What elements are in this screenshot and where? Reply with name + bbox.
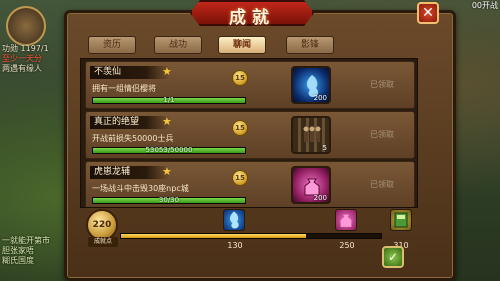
achievement-name: 不羡仙 bbox=[94, 67, 122, 77]
chat-panel[interactable]: 一就能开第市 胆张家唔 糊氏国度 bbox=[2, 236, 62, 266]
points-progress-bar bbox=[120, 233, 382, 239]
reward-count: 5 bbox=[322, 144, 327, 152]
claimed-status: 已领取 bbox=[370, 80, 394, 89]
star-icon: ★ bbox=[162, 115, 172, 128]
reward-item[interactable]: 200 bbox=[291, 166, 331, 204]
chat-line: 糊氏国度 bbox=[2, 256, 34, 265]
achievement-entry: 真正的绝望 ★ 开战前损失50000士兵 53053/50000 15 5 已领… bbox=[85, 111, 415, 159]
achievement-entry: 不羡仙 ★ 拥有一组情侣樱将 1/1 15 200 已领取 bbox=[85, 61, 415, 109]
achievement-points-coin: 15 bbox=[232, 70, 248, 86]
milestone-reward-pink-bag[interactable] bbox=[335, 209, 357, 231]
points-progress-fill bbox=[121, 234, 306, 238]
pink-bag-icon bbox=[340, 214, 352, 227]
achievement-description: 开战前损失50000士兵 bbox=[92, 134, 174, 143]
blue-spirit-icon bbox=[230, 211, 239, 229]
left-info-panel: 功勋 1197/1 至少一天分 两遇有缘人 bbox=[2, 44, 60, 74]
achievement-points-coin: 15 bbox=[232, 170, 248, 186]
achievement-progress-bar: 30/30 bbox=[92, 196, 246, 204]
tab-shadow[interactable]: 影锋 bbox=[286, 36, 334, 54]
left-info-line: 至少一天分 bbox=[2, 54, 42, 63]
left-info-line: 功勋 1197/1 bbox=[2, 44, 49, 53]
achievement-name: 真正的绝望 bbox=[94, 117, 140, 127]
achievement-name: 虎崽龙辅 bbox=[94, 167, 131, 177]
star-icon: ★ bbox=[162, 65, 172, 78]
milestone-value: 250 bbox=[339, 241, 355, 250]
achievement-description: 拥有一组情侣樱将 bbox=[92, 84, 156, 93]
milestone-value: 130 bbox=[227, 241, 243, 250]
dialog-title: 成就 bbox=[229, 8, 275, 28]
reward-count: 200 bbox=[313, 94, 327, 102]
points-label: 成就点 bbox=[88, 237, 118, 247]
star-icon: ★ bbox=[162, 165, 172, 178]
progress-text: 1/1 bbox=[163, 96, 175, 104]
soldiers-icon bbox=[303, 126, 321, 142]
achievement-progress-bar: 53053/50000 bbox=[92, 146, 246, 154]
confirm-check-icon[interactable]: ✓ bbox=[382, 246, 404, 268]
player-avatar[interactable] bbox=[6, 6, 46, 46]
tab-bar: 资历 战功 聊闻 影锋 bbox=[78, 36, 438, 54]
claimed-status: 已领取 bbox=[370, 180, 394, 189]
progress-text: 30/30 bbox=[158, 196, 180, 204]
green-book-icon bbox=[394, 212, 408, 228]
achievement-progress-bar: 1/1 bbox=[92, 96, 246, 104]
tab-anecdotes[interactable]: 聊闻 bbox=[218, 36, 266, 54]
reward-count: 200 bbox=[313, 194, 327, 202]
achievement-list[interactable]: 不羡仙 ★ 拥有一组情侣樱将 1/1 15 200 已领取 真正的绝望 ★ 开战… bbox=[80, 58, 418, 208]
left-info-line: 两遇有缘人 bbox=[2, 64, 42, 73]
tab-military-merit[interactable]: 战功 bbox=[154, 36, 202, 54]
progress-text: 53053/50000 bbox=[145, 146, 193, 154]
achievement-points-summary: 220 成就点 130 250 310 bbox=[80, 205, 420, 259]
reward-item[interactable]: 200 bbox=[291, 66, 331, 104]
achievement-entry: 虎崽龙辅 ★ 一场战斗中击毁30座npc城 30/30 15 200 已领取 bbox=[85, 161, 415, 207]
milestone-reward-green-book[interactable] bbox=[390, 209, 412, 231]
claimed-status: 已领取 bbox=[370, 130, 394, 139]
close-button[interactable]: ✕ bbox=[417, 2, 439, 24]
reward-item[interactable]: 5 bbox=[291, 116, 331, 154]
achievement-description: 一场战斗中击毁30座npc城 bbox=[92, 184, 189, 193]
achievement-points-coin: 15 bbox=[232, 120, 248, 136]
chat-line: 胆张家唔 bbox=[2, 246, 34, 255]
milestone-reward-blue-spirit[interactable] bbox=[223, 209, 245, 231]
tab-qualification[interactable]: 资历 bbox=[88, 36, 136, 54]
chat-line: 一就能开第市 bbox=[2, 236, 50, 245]
